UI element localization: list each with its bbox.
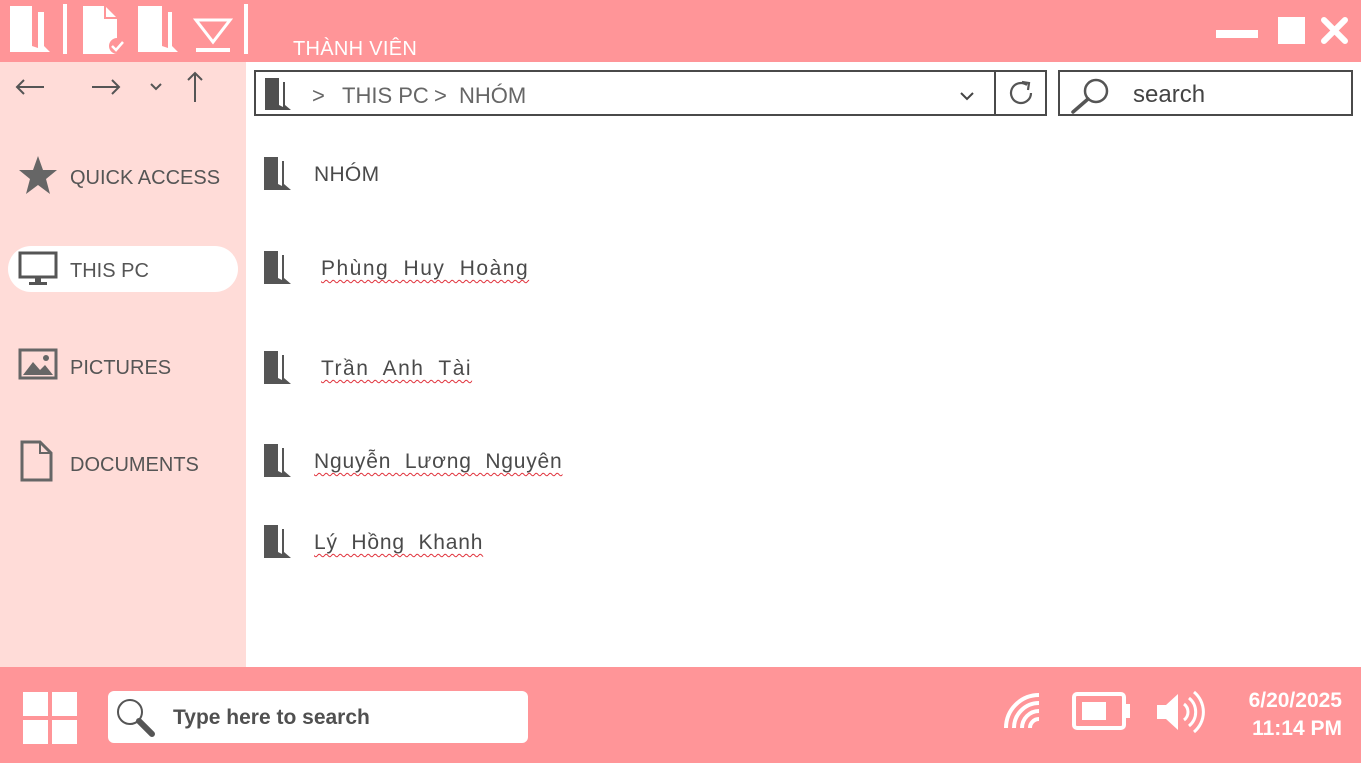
breadcrumb-nhom[interactable]: NHÓM	[459, 83, 526, 109]
chevron-down-icon	[150, 83, 162, 91]
close-icon	[1321, 17, 1348, 44]
breadcrumb-separator: >	[312, 83, 325, 108]
windows-icon	[23, 692, 77, 744]
volume-icon	[1157, 690, 1205, 734]
taskbar: Type here to search 6/20/2025 11:14 PM	[0, 667, 1361, 763]
sidebar-item-label: DOCUMENTS	[70, 454, 199, 476]
start-button[interactable]	[23, 692, 77, 749]
monitor-icon	[18, 251, 58, 293]
refresh-icon	[1009, 80, 1033, 105]
file-name: NHÓM	[314, 163, 380, 186]
toolbar-separator	[63, 4, 67, 54]
maximize-button[interactable]	[1278, 17, 1305, 44]
file-name: Phùng Huy Hoàng	[321, 257, 530, 280]
address-dropdown-button[interactable]	[959, 89, 975, 107]
wifi-button[interactable]	[1003, 692, 1043, 735]
folder-icon	[264, 444, 292, 482]
toolbar-separator	[244, 4, 248, 54]
clock-date: 6/20/2025	[1248, 689, 1342, 712]
back-button[interactable]	[14, 76, 46, 103]
address-bar[interactable]: > THIS PC > NHÓM	[254, 70, 1047, 116]
up-arrow-icon	[187, 71, 203, 102]
folder-icon	[265, 78, 293, 115]
wifi-icon	[1004, 693, 1040, 729]
recent-locations-button[interactable]	[149, 80, 163, 98]
forward-arrow-icon	[92, 79, 121, 95]
folder-icon[interactable]	[10, 6, 52, 54]
breadcrumb-separator: >	[434, 83, 447, 108]
download-icon[interactable]	[192, 6, 234, 54]
sidebar-item-quick-access[interactable]: QUICK ACCESS	[8, 153, 238, 199]
file-name: Nguyễn Lương Nguyên	[314, 450, 563, 473]
search-placeholder: search	[1133, 81, 1206, 108]
forward-button[interactable]	[90, 76, 122, 103]
list-item[interactable]: Lý Hồng Khanh	[264, 525, 524, 565]
sidebar-item-pictures[interactable]: PICTURES	[8, 343, 238, 389]
window-title: THÀNH VIÊN	[293, 38, 418, 60]
navigation-pane: QUICK ACCESS THIS PC PICTURES DOCUMENTS	[0, 62, 246, 667]
list-item[interactable]: Phùng Huy Hoàng	[264, 251, 564, 291]
list-item[interactable]: NHÓM	[264, 157, 414, 197]
document-icon	[20, 440, 54, 488]
battery-icon	[1072, 692, 1130, 730]
back-arrow-icon	[15, 79, 44, 95]
star-icon	[18, 155, 58, 203]
clock-time: 11:14 PM	[1252, 717, 1342, 740]
sidebar-item-label: PICTURES	[70, 357, 172, 379]
taskbar-search-input[interactable]: Type here to search	[108, 691, 528, 743]
clock[interactable]: 6/20/2025 11:14 PM	[1249, 687, 1342, 743]
battery-button[interactable]	[1072, 692, 1132, 737]
folder-icon	[264, 251, 292, 289]
minimize-icon	[1216, 30, 1258, 38]
maximize-icon	[1278, 17, 1305, 44]
address-divider	[994, 72, 996, 114]
sidebar-item-this-pc[interactable]: THIS PC	[8, 246, 238, 292]
folder-icon	[264, 525, 292, 563]
up-button[interactable]	[183, 70, 207, 109]
picture-icon	[18, 348, 58, 388]
search-input[interactable]: search	[1058, 70, 1353, 116]
close-button[interactable]	[1321, 17, 1348, 44]
search-icon	[114, 696, 156, 743]
folder-icon	[264, 157, 292, 195]
breadcrumb-this-pc[interactable]: THIS PC	[342, 83, 429, 109]
sidebar-item-documents[interactable]: DOCUMENTS	[8, 440, 238, 486]
search-icon	[1070, 76, 1112, 119]
file-name: Lý Hồng Khanh	[314, 531, 484, 554]
volume-button[interactable]	[1155, 689, 1205, 740]
chevron-down-icon	[960, 92, 974, 101]
sidebar-item-label: QUICK ACCESS	[70, 167, 221, 189]
file-name: Trần Anh Tài	[321, 357, 473, 380]
file-check-icon[interactable]	[83, 6, 127, 54]
list-item[interactable]: Nguyễn Lương Nguyên	[264, 444, 584, 484]
minimize-button[interactable]	[1216, 26, 1258, 38]
list-item[interactable]: Trần Anh Tài	[264, 351, 514, 391]
title-bar: THÀNH VIÊN	[0, 0, 1361, 62]
folder-icon[interactable]	[138, 6, 180, 54]
sidebar-item-label: THIS PC	[70, 260, 149, 282]
folder-icon	[264, 351, 292, 389]
refresh-button[interactable]	[1006, 78, 1036, 113]
taskbar-search-placeholder: Type here to search	[173, 706, 370, 729]
